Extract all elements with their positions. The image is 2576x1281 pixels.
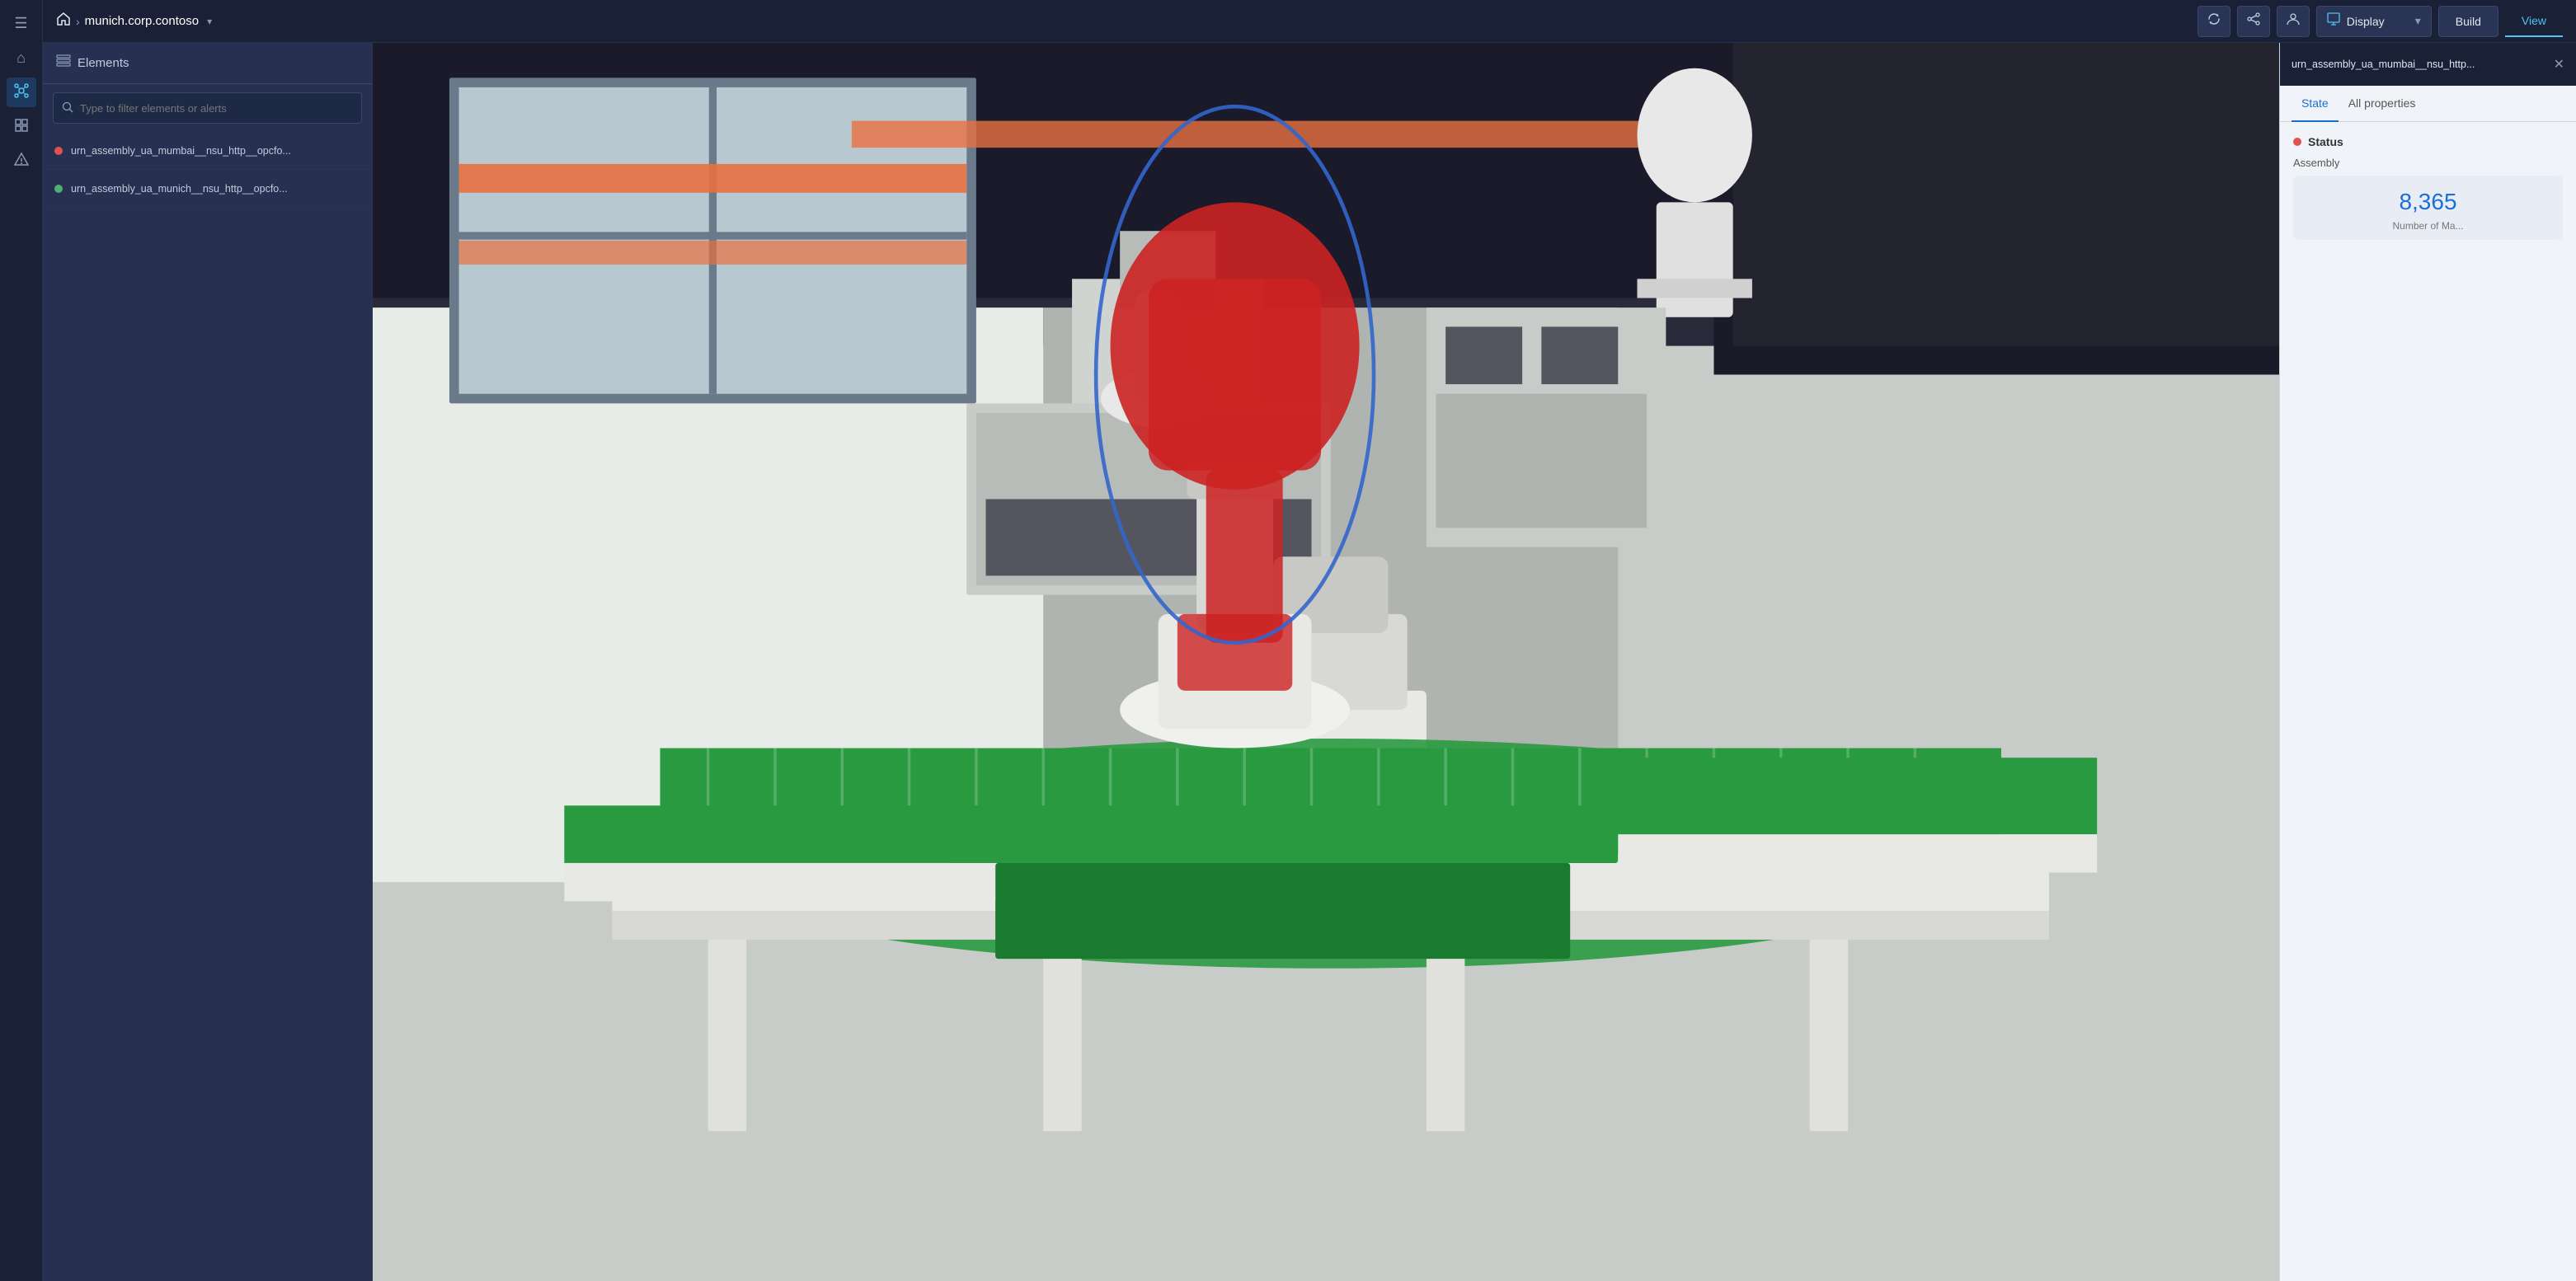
viewport[interactable] bbox=[373, 43, 2576, 1281]
top-bar-actions: Display ▾ Build View bbox=[2198, 6, 2563, 37]
query-nav-icon[interactable] bbox=[7, 147, 36, 176]
status-dot-green bbox=[54, 185, 63, 193]
status-section: Status Assembly 8,365 Number of Ma... bbox=[2293, 135, 2563, 240]
breadcrumb-dropdown-arrow[interactable]: ▾ bbox=[207, 16, 212, 27]
build-button[interactable]: Build bbox=[2438, 6, 2498, 37]
status-indicator-dot bbox=[2293, 138, 2301, 146]
refresh-icon bbox=[2207, 12, 2221, 30]
element-list: urn_assembly_ua_mumbai__nsu_http__opcfo.… bbox=[43, 132, 372, 1281]
content-row: Elements urn_assembly_ua_mumbai__nsu_htt… bbox=[43, 43, 2576, 1281]
share-button[interactable] bbox=[2237, 6, 2270, 37]
avatar-icon bbox=[2286, 12, 2301, 30]
properties-header: urn_assembly_ua_mumbai__nsu_http... ✕ bbox=[2280, 43, 2576, 86]
status-dot-red bbox=[54, 147, 63, 155]
breadcrumb-chevron: › bbox=[76, 15, 80, 28]
display-dropdown[interactable]: Display ▾ bbox=[2316, 6, 2432, 37]
element-item-label: urn_assembly_ua_munich__nsu_http__opcfo.… bbox=[71, 183, 288, 195]
refresh-button[interactable] bbox=[2198, 6, 2230, 37]
section-title-label: Status bbox=[2308, 135, 2343, 148]
query-symbol bbox=[13, 152, 30, 172]
breadcrumb-site-name[interactable]: munich.corp.contoso bbox=[85, 14, 199, 28]
models-symbol bbox=[13, 117, 30, 138]
home-breadcrumb-icon[interactable] bbox=[56, 12, 71, 30]
properties-tabs: State All properties bbox=[2280, 86, 2576, 122]
value-number: 8,365 bbox=[2399, 189, 2456, 215]
breadcrumb: › munich.corp.contoso ▾ bbox=[56, 12, 212, 30]
properties-panel: urn_assembly_ua_mumbai__nsu_http... ✕ St… bbox=[2279, 43, 2576, 1281]
share-icon bbox=[2246, 12, 2261, 30]
panel-title: Elements bbox=[78, 56, 129, 70]
element-item-mumbai[interactable]: urn_assembly_ua_mumbai__nsu_http__opcfo.… bbox=[43, 132, 372, 170]
elements-panel: Elements urn_assembly_ua_mumbai__nsu_htt… bbox=[43, 43, 373, 1281]
subsection-label: Assembly bbox=[2293, 157, 2563, 169]
left-sidebar: ☰ ⌂ bbox=[0, 0, 43, 1281]
panel-header: Elements bbox=[43, 43, 372, 84]
search-box[interactable] bbox=[53, 92, 362, 124]
graph-nav-icon[interactable] bbox=[7, 77, 36, 107]
display-dropdown-icon bbox=[2327, 12, 2340, 30]
main-content: › munich.corp.contoso ▾ bbox=[43, 0, 2576, 1281]
graph-symbol bbox=[13, 82, 30, 103]
search-icon bbox=[62, 101, 73, 115]
tab-all-properties[interactable]: All properties bbox=[2339, 86, 2426, 122]
models-nav-icon[interactable] bbox=[7, 112, 36, 142]
display-dropdown-arrow: ▾ bbox=[2415, 14, 2421, 28]
avatar-button[interactable] bbox=[2277, 6, 2310, 37]
view-button[interactable]: View bbox=[2505, 6, 2563, 37]
properties-close-button[interactable]: ✕ bbox=[2554, 56, 2564, 73]
home-nav-icon[interactable]: ⌂ bbox=[7, 43, 36, 73]
element-item-munich[interactable]: urn_assembly_ua_munich__nsu_http__opcfo.… bbox=[43, 170, 372, 208]
properties-content: Status Assembly 8,365 Number of Ma... bbox=[2280, 122, 2576, 1281]
element-item-label: urn_assembly_ua_mumbai__nsu_http__opcfo.… bbox=[71, 145, 291, 157]
section-title: Status bbox=[2293, 135, 2563, 148]
hamburger-menu-icon[interactable]: ☰ bbox=[7, 8, 36, 38]
tab-state[interactable]: State bbox=[2292, 86, 2339, 122]
properties-title: urn_assembly_ua_mumbai__nsu_http... bbox=[2292, 59, 2547, 70]
display-label: Display bbox=[2347, 15, 2385, 28]
top-bar: › munich.corp.contoso ▾ bbox=[43, 0, 2576, 43]
value-card: 8,365 Number of Ma... bbox=[2293, 176, 2563, 240]
search-input[interactable] bbox=[80, 102, 353, 115]
value-label: Number of Ma... bbox=[2392, 220, 2463, 232]
home-symbol: ⌂ bbox=[16, 49, 26, 67]
panel-header-icon bbox=[56, 54, 71, 72]
